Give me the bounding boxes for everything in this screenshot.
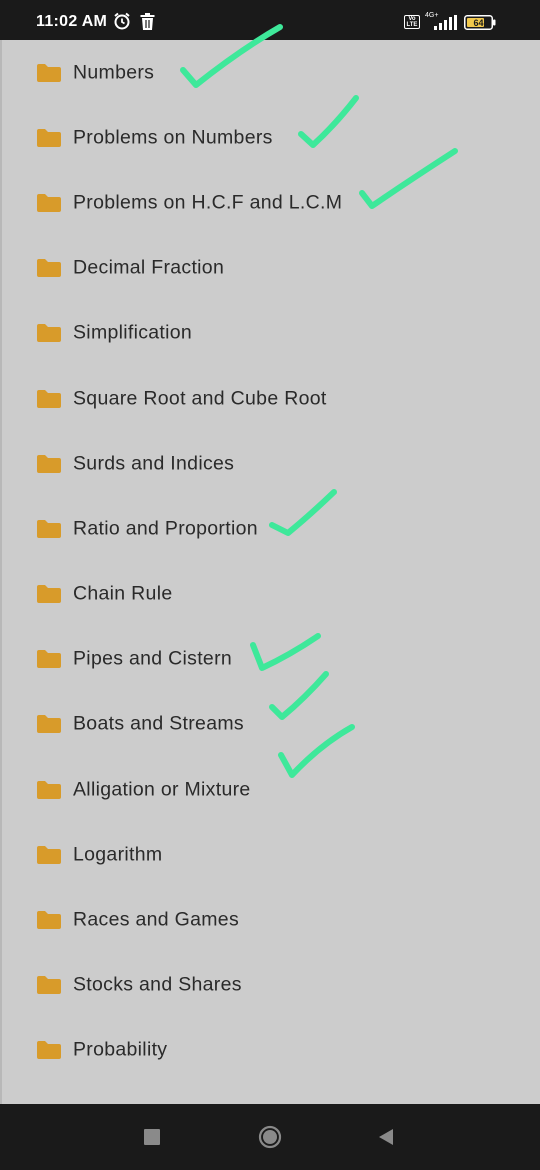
battery-level: 64	[473, 18, 483, 28]
folder-icon	[37, 1041, 61, 1060]
folder-icon	[37, 389, 61, 408]
folder-icon	[37, 259, 61, 278]
trash-icon	[140, 13, 155, 30]
folder-label: Numbers	[73, 61, 155, 84]
folder-label: Surds and Indices	[73, 452, 235, 475]
folder-item[interactable]: Simplification	[2, 301, 540, 366]
volte-label: Vo LTE	[406, 16, 418, 28]
folder-icon	[37, 193, 61, 212]
folder-icon	[37, 911, 61, 930]
folder-item[interactable]: Numbers	[2, 40, 540, 105]
folder-item[interactable]: Stocks and Shares	[2, 953, 540, 1018]
recents-button[interactable]	[144, 1129, 160, 1145]
folder-label: Probability	[73, 1038, 168, 1061]
folder-item[interactable]: Chain Rule	[2, 562, 540, 627]
folder-item[interactable]: Boats and Streams	[2, 692, 540, 757]
folder-icon	[37, 128, 61, 147]
folder-item[interactable]: True Discount	[2, 1083, 540, 1104]
folder-label: Square Root and Cube Root	[73, 387, 327, 410]
folder-label: Decimal Fraction	[73, 256, 225, 279]
home-button[interactable]	[258, 1125, 282, 1149]
folder-label: Pipes and Cistern	[73, 647, 233, 670]
folder-item[interactable]: Probability	[2, 1018, 540, 1083]
status-bar: 11:02 AM Vo LTE 4G+ 64	[0, 0, 540, 40]
status-time: 11:02 AM	[36, 13, 108, 30]
folder-icon	[37, 454, 61, 473]
folder-item[interactable]: Pipes and Cistern	[2, 627, 540, 692]
folder-label: Problems on H.C.F and L.C.M	[73, 191, 343, 214]
navigation-bar	[0, 1104, 540, 1170]
folder-list-panel: Numbers Problems on Numbers Problems on H.…	[0, 40, 540, 1104]
folder-item[interactable]: Logarithm	[2, 822, 540, 887]
folder-item[interactable]: Alligation or Mixture	[2, 757, 540, 822]
folder-label: Alligation or Mixture	[73, 778, 251, 801]
folder-icon	[37, 976, 61, 995]
folder-item[interactable]: Surds and Indices	[2, 431, 540, 496]
folder-label: Simplification	[73, 321, 193, 344]
folder-icon	[37, 324, 61, 343]
volte-icon: Vo LTE	[404, 15, 420, 29]
folder-item[interactable]: Decimal Fraction	[2, 236, 540, 301]
folder-label: Problems on Numbers	[73, 126, 273, 149]
folder-label: Chain Rule	[73, 582, 173, 605]
folder-label: Stocks and Shares	[73, 973, 242, 996]
folder-icon	[37, 715, 61, 734]
folder-icon	[37, 780, 61, 799]
folder-list: Numbers Problems on Numbers Problems on H.…	[2, 40, 540, 1104]
folder-item[interactable]: Problems on H.C.F and L.C.M	[2, 170, 540, 235]
folder-item[interactable]: Square Root and Cube Root	[2, 366, 540, 431]
folder-label: Boats and Streams	[73, 712, 244, 735]
folder-item[interactable]: Problems on Numbers	[2, 105, 540, 170]
folder-icon	[37, 585, 61, 604]
signal-icon	[434, 15, 457, 30]
folder-item[interactable]: Ratio and Proportion	[2, 496, 540, 561]
folder-icon	[37, 650, 61, 669]
folder-icon	[37, 519, 61, 538]
folder-label: Ratio and Proportion	[73, 517, 258, 540]
folder-label: Races and Games	[73, 908, 239, 931]
folder-item[interactable]: Races and Games	[2, 887, 540, 952]
back-button[interactable]	[377, 1128, 395, 1146]
alarm-icon	[114, 12, 130, 30]
folder-icon	[37, 63, 61, 82]
folder-icon	[37, 845, 61, 864]
folder-label: Logarithm	[73, 843, 163, 866]
battery-icon: 64	[464, 15, 496, 30]
